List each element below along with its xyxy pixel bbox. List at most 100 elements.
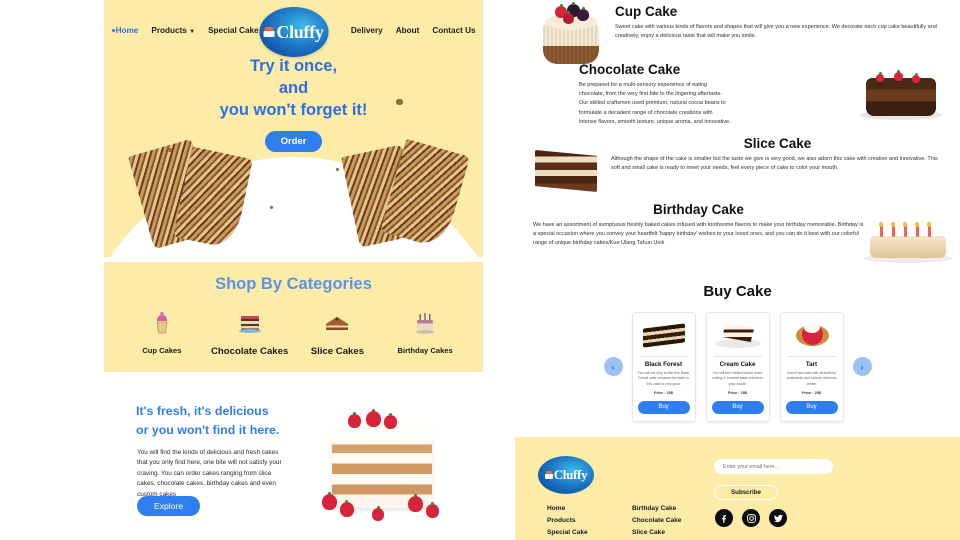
brand-logo[interactable]: Cluffy (259, 7, 328, 57)
cup-cake-image (537, 2, 605, 66)
chocolate-cake-icon (208, 306, 292, 336)
hero-line-1: Try it once, (249, 57, 338, 75)
carousel-prev-button[interactable]: ‹ (603, 357, 623, 377)
section-body: Be prepared for a multi-sensory experien… (579, 82, 731, 125)
category-cup-cakes[interactable]: Cup Cakes (120, 306, 204, 357)
cake-slice-icon (544, 471, 553, 479)
section-body: Sweet cake with various kinds of flavors… (615, 24, 937, 40)
fresh-title-line-1: It's fresh, it's delicious (136, 404, 269, 418)
category-label: Cup Cakes (142, 346, 182, 355)
site-footer: Cluffy Home Products Special Cake Birthd… (515, 437, 960, 540)
twitter-icon[interactable] (769, 509, 787, 527)
product-carousel: ‹ Black Forest You will not stop to bite… (515, 312, 960, 422)
hero-line-3: you won't forget it! (219, 100, 368, 119)
category-slice-cakes[interactable]: Slice Cakes (295, 306, 379, 357)
tart-image (786, 318, 838, 352)
right-column: Cup Cake Sweet cake with various kinds o… (515, 0, 960, 540)
product-name: Tart (805, 361, 818, 368)
facebook-icon[interactable] (715, 509, 733, 527)
nav-item-delivery[interactable]: Delivery (351, 26, 383, 35)
category-birthday-cakes[interactable]: Birthday Cakes (383, 306, 467, 357)
section-title: Cup Cake (615, 4, 678, 19)
nav-label-home: Home (115, 26, 139, 35)
slice-cake-icon (295, 306, 379, 336)
categories-title: Shop By Categories (215, 275, 372, 293)
product-description: You will feel melted cream when cutting … (711, 371, 764, 386)
chevron-down-icon: ▼ (189, 29, 196, 35)
left-column: ●Home Products ▼ Special Cake ▼ Delivery… (0, 0, 515, 540)
cake-slice-icon (263, 27, 275, 37)
nav-item-products[interactable]: Products ▼ (151, 26, 195, 35)
brand-name: Cluffy (276, 21, 324, 42)
birthday-cake-image (864, 214, 952, 268)
carousel-next-button[interactable]: › (852, 357, 872, 377)
nav-item-home[interactable]: ●Home (111, 26, 138, 35)
footer-link-home[interactable]: Home (547, 503, 588, 515)
nav-item-contact-us[interactable]: Contact Us (432, 26, 475, 35)
footer-link-products[interactable]: Products (547, 515, 588, 527)
product-card[interactable]: Tart Sweet tart cake with strawberry orn… (779, 312, 844, 422)
footer-links-categories: Birthday Cake Chocolate Cake Slice Cake … (632, 503, 681, 540)
product-price: Price : 25$ (728, 391, 747, 395)
product-card-list: Black Forest You will not stop to bite t… (631, 312, 844, 422)
hero-headline: Try it once, and you won't forget it! (104, 56, 483, 121)
fresh-section: It's fresh, it's delicious or you won't … (104, 388, 483, 540)
category-label: Birthday Cakes (397, 346, 453, 355)
section-chocolate-cake: Chocolate Cake Be prepared for a multi-s… (515, 62, 960, 127)
buy-button[interactable]: Buy (785, 400, 838, 414)
hero-banner: ●Home Products ▼ Special Cake ▼ Delivery… (104, 0, 483, 257)
product-price: Price : 25$ (802, 391, 821, 395)
product-price: Price : 20$ (654, 391, 673, 395)
buy-cake-title: Buy Cake (703, 283, 772, 300)
category-label: Chocolate Cakes (210, 346, 289, 357)
crumb-decor (270, 206, 273, 209)
footer-link-birthday-cake[interactable]: Birthday Cake (632, 503, 681, 515)
product-name: Cream Cake (719, 361, 756, 368)
fresh-body-text: You will find the kinds of delicious and… (137, 449, 282, 498)
product-card[interactable]: Black Forest You will not stop to bite t… (631, 312, 696, 422)
footer-brand-name: Cluffy (553, 467, 588, 482)
nav-item-about[interactable]: About (396, 26, 420, 35)
product-description: You will not stop to bite this Black For… (637, 371, 690, 386)
nav-label-products: Products (151, 26, 187, 35)
nav-label-special-cake: Special Cake (208, 26, 259, 35)
chocolate-cake-image (860, 64, 942, 122)
slice-cake-image (531, 142, 603, 198)
email-input[interactable] (714, 459, 833, 474)
footer-link-chocolate-cake[interactable]: Chocolate Cake (632, 515, 681, 527)
buy-button[interactable]: Buy (637, 400, 690, 414)
divider (787, 356, 836, 357)
strawberry-cake-image (304, 398, 464, 533)
divider (713, 356, 762, 357)
product-card[interactable]: Cream Cake You will feel melted cream wh… (705, 312, 770, 422)
section-slice-cake: Slice Cake Although the shape of the cak… (515, 136, 960, 192)
section-body: We have an assortment of sumptuous fresh… (533, 222, 864, 247)
landing-page: ●Home Products ▼ Special Cake ▼ Delivery… (0, 0, 960, 540)
order-button[interactable]: Order (264, 131, 323, 153)
instagram-icon[interactable] (742, 509, 760, 527)
social-links (715, 509, 787, 527)
section-title: Slice Cake (743, 136, 812, 151)
cream-cake-image (712, 318, 764, 352)
buy-button[interactable]: Buy (711, 400, 764, 414)
category-chocolate-cakes[interactable]: Chocolate Cakes (208, 306, 292, 357)
fresh-title-line-2: or you won't find it here. (136, 423, 280, 438)
fresh-title: It's fresh, it's delicious or you won't … (136, 402, 311, 440)
section-birthday-cake: Birthday Cake We have an assortment of s… (515, 202, 960, 263)
product-description: Sweet tart cake with strawberry ornament… (786, 371, 837, 386)
explore-button[interactable]: Explore (137, 496, 201, 516)
hero-line-2: and (278, 78, 309, 97)
birthday-cake-icon (383, 306, 467, 336)
subscribe-button[interactable]: Subscribe (714, 485, 778, 500)
footer-brand-logo[interactable]: Cluffy (538, 456, 594, 494)
section-title: Birthday Cake (653, 202, 744, 217)
categories-section: Shop By Categories Cup Cakes Chocolate C… (104, 262, 483, 372)
crumb-decor (168, 148, 172, 152)
footer-link-special-cake[interactable]: Special Cake (547, 527, 588, 539)
section-cup-cake: Cup Cake Sweet cake with various kinds o… (515, 2, 960, 66)
category-label: Slice Cakes (310, 346, 365, 357)
product-name: Black Forest (644, 361, 683, 368)
footer-links-primary: Home Products Special Cake (547, 503, 588, 540)
divider (639, 356, 688, 357)
footer-link-slice-cake[interactable]: Slice Cake (632, 527, 681, 539)
